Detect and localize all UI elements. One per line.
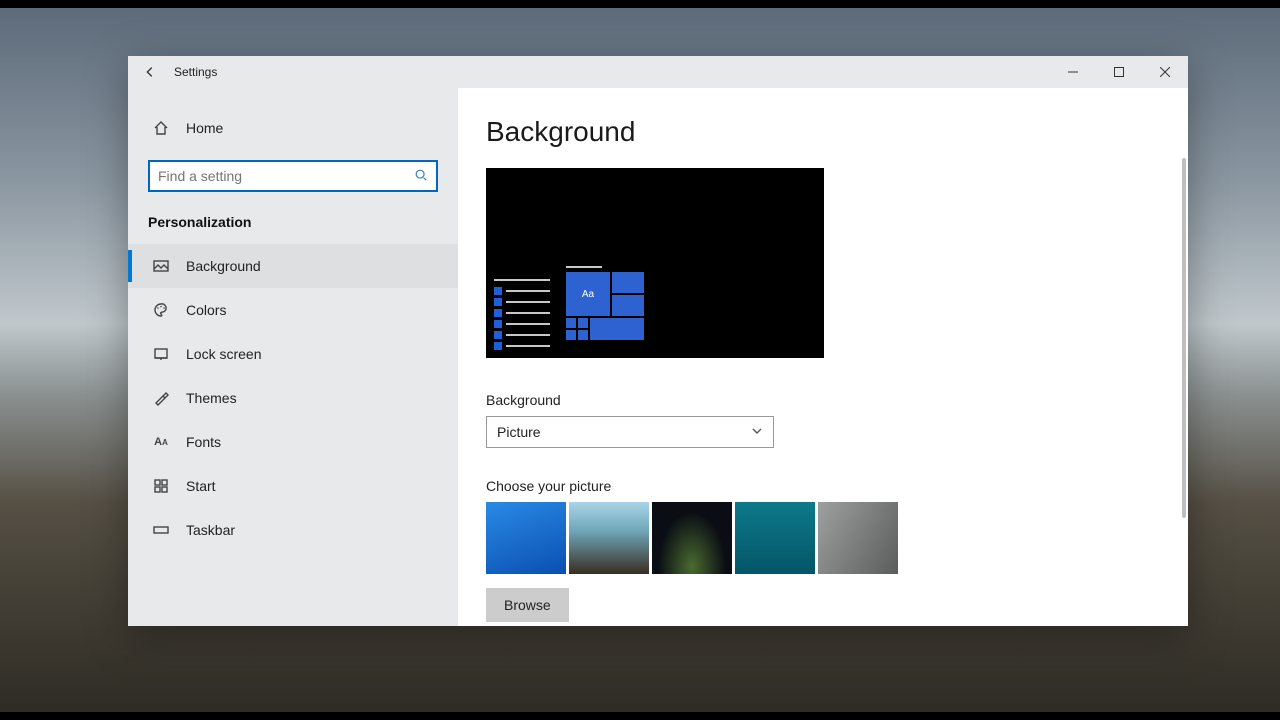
home-icon	[152, 119, 170, 137]
search-input[interactable]	[158, 168, 414, 184]
picture-thumb[interactable]	[652, 502, 732, 574]
chevron-down-icon	[751, 424, 763, 440]
nav-label: Lock screen	[186, 346, 261, 362]
preview-sample-tile: Aa	[566, 272, 610, 316]
nav-home-label: Home	[186, 120, 223, 136]
search-icon	[414, 168, 428, 185]
nav-start[interactable]: Start	[128, 464, 458, 508]
themes-icon	[152, 389, 170, 407]
nav-background[interactable]: Background	[128, 244, 458, 288]
sidebar: Home Personalization Background	[128, 88, 458, 626]
nav-taskbar[interactable]: Taskbar	[128, 508, 458, 552]
start-icon	[152, 477, 170, 495]
background-select-value: Picture	[497, 424, 541, 440]
picture-thumb[interactable]	[569, 502, 649, 574]
minimize-button[interactable]	[1050, 56, 1096, 88]
picture-thumb[interactable]	[818, 502, 898, 574]
sidebar-section-label: Personalization	[128, 206, 458, 244]
nav-label: Fonts	[186, 434, 221, 450]
nav-lockscreen[interactable]: Lock screen	[128, 332, 458, 376]
lockscreen-icon	[152, 345, 170, 363]
picture-icon	[152, 257, 170, 275]
fonts-icon: AA	[152, 433, 170, 451]
nav-label: Taskbar	[186, 522, 235, 538]
main-pane: Background Aa	[458, 88, 1188, 626]
close-button[interactable]	[1142, 56, 1188, 88]
settings-window: Settings Home	[128, 56, 1188, 626]
nav-fonts[interactable]: AA Fonts	[128, 420, 458, 464]
maximize-button[interactable]	[1096, 56, 1142, 88]
picture-thumbnails	[486, 502, 1158, 574]
background-preview: Aa	[486, 168, 824, 358]
browse-button[interactable]: Browse	[486, 588, 569, 622]
nav-label: Colors	[186, 302, 226, 318]
nav-label: Themes	[186, 390, 237, 406]
picture-thumb[interactable]	[735, 502, 815, 574]
nav-home[interactable]: Home	[128, 106, 458, 150]
choose-picture-label: Choose your picture	[486, 478, 1158, 494]
scrollbar[interactable]	[1182, 158, 1186, 518]
nav-label: Background	[186, 258, 261, 274]
picture-thumb[interactable]	[486, 502, 566, 574]
background-field-label: Background	[486, 392, 1158, 408]
window-title: Settings	[172, 65, 217, 79]
page-heading: Background	[486, 116, 1158, 148]
palette-icon	[152, 301, 170, 319]
titlebar: Settings	[128, 56, 1188, 88]
nav-label: Start	[186, 478, 216, 494]
nav-themes[interactable]: Themes	[128, 376, 458, 420]
taskbar-icon	[152, 521, 170, 539]
search-input-wrap[interactable]	[148, 160, 438, 192]
background-select[interactable]: Picture	[486, 416, 774, 448]
nav-colors[interactable]: Colors	[128, 288, 458, 332]
back-button[interactable]	[128, 65, 172, 79]
